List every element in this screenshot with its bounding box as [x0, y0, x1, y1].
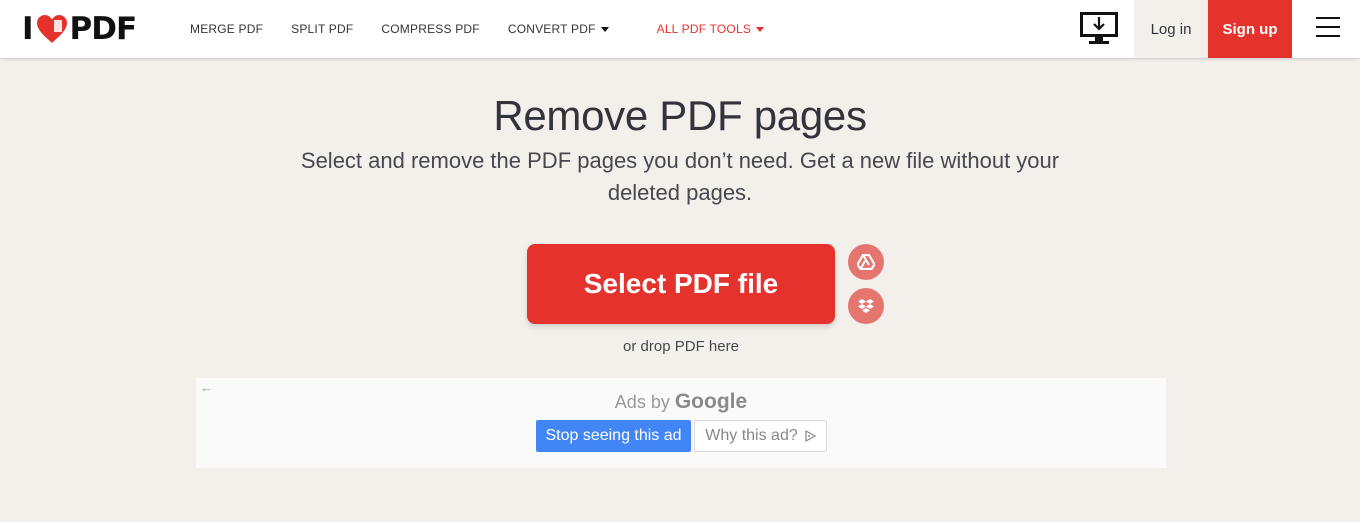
ads-by-label: Ads by — [614, 392, 670, 412]
google-drive-icon — [857, 254, 875, 270]
drop-hint: or drop PDF here — [623, 338, 739, 355]
login-label: Log in — [1150, 20, 1192, 38]
main-nav: MERGE PDF SPLIT PDF COMPRESS PDF CONVERT… — [190, 0, 792, 58]
header: I PDF MERGE PDF SPLIT PDF COMPRESS PDF C… — [0, 0, 1360, 58]
nav-label: ALL PDF TOOLS — [656, 22, 752, 36]
ads-by-google: Ads by Google — [196, 390, 1166, 414]
nav-convert-pdf[interactable]: CONVERT PDF — [508, 22, 609, 36]
select-pdf-file-label: Select PDF file — [583, 268, 779, 299]
signup-label: Sign up — [1222, 20, 1278, 38]
menu-bar — [1316, 17, 1340, 19]
nav-label: MERGE PDF — [190, 22, 264, 36]
nav-compress-pdf[interactable]: COMPRESS PDF — [381, 22, 479, 36]
menu-bar — [1316, 35, 1340, 37]
why-this-ad-button[interactable]: Why this ad? — [694, 420, 827, 452]
google-logo-text: Google — [674, 390, 748, 413]
chevron-down-icon — [756, 26, 765, 32]
page-subtitle: Select and remove the PDF pages you don’… — [300, 148, 1060, 205]
hamburger-menu-icon[interactable] — [1316, 17, 1340, 37]
nav-label: CONVERT PDF — [507, 22, 596, 36]
logo-text-i: I — [22, 11, 34, 47]
nav-all-pdf-tools[interactable]: ALL PDF TOOLS — [656, 22, 765, 36]
stop-seeing-ad-button[interactable]: Stop seeing this ad — [536, 420, 691, 452]
nav-label: COMPRESS PDF — [381, 22, 480, 36]
menu-bar — [1316, 26, 1340, 28]
nav-split-pdf[interactable]: SPLIT PDF — [291, 22, 353, 36]
select-pdf-file-button[interactable]: Select PDF file — [527, 244, 835, 324]
ilovepdf-logo[interactable]: I PDF — [22, 11, 138, 47]
dropbox-button[interactable] — [848, 288, 884, 324]
heart-icon — [36, 15, 67, 43]
desktop-download-icon[interactable] — [1080, 12, 1118, 45]
stop-label: Stop seeing this ad — [545, 427, 682, 444]
logo-text-pdf: PDF — [69, 11, 138, 47]
ad-choices-icon — [805, 430, 816, 442]
why-label: Why this ad? — [705, 427, 798, 444]
ad-container: ← Ads by Google Stop seeing this ad Why … — [196, 378, 1166, 468]
login-button[interactable]: Log in — [1134, 0, 1208, 58]
dropbox-icon — [858, 298, 874, 313]
nav-merge-pdf[interactable]: MERGE PDF — [190, 22, 263, 36]
nav-label: SPLIT PDF — [291, 22, 354, 36]
google-drive-button[interactable] — [848, 244, 884, 280]
signup-button[interactable]: Sign up — [1208, 0, 1292, 58]
chevron-down-icon — [600, 26, 609, 32]
page-title: Remove PDF pages — [493, 92, 867, 139]
